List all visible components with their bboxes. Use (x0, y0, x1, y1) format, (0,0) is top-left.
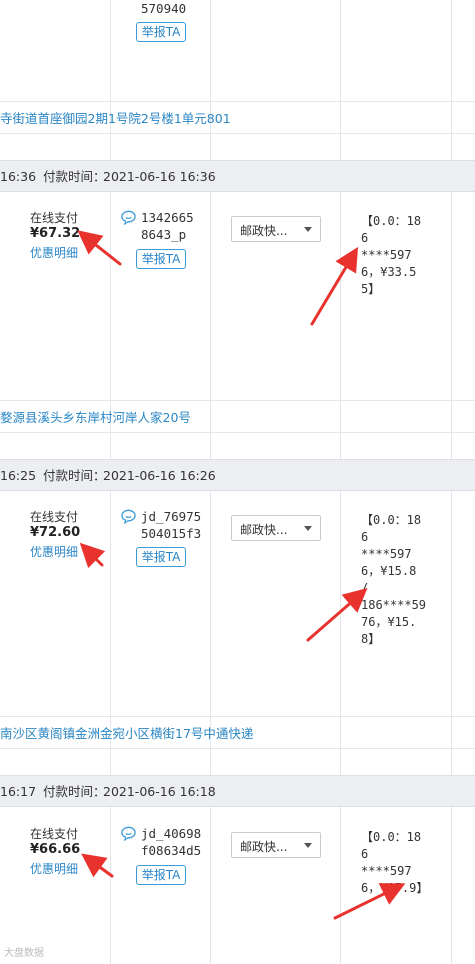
arrow-annotation (81, 853, 114, 878)
arrow-annotation (77, 230, 122, 266)
annotation-arrows (77, 230, 406, 920)
arrow-annotation (79, 542, 106, 569)
arrow-annotation (310, 246, 359, 326)
watermark: 大盘数据 (4, 948, 44, 959)
arrow-annotation (306, 588, 368, 642)
arrow-annotation (333, 883, 406, 920)
